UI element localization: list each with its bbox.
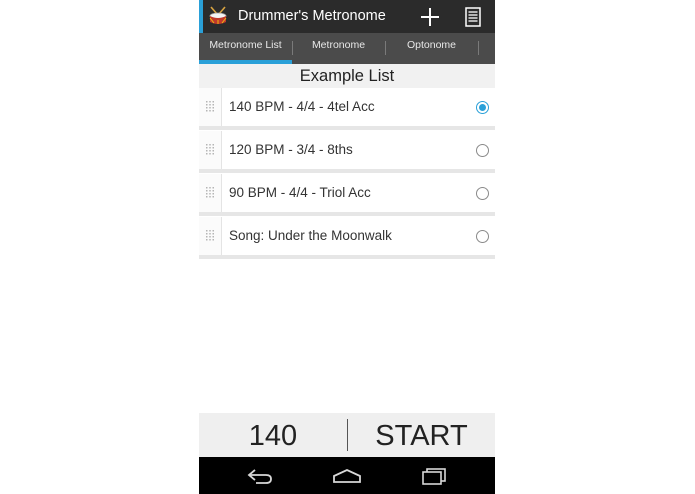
accent-strip bbox=[199, 0, 203, 33]
system-nav-bar bbox=[199, 457, 495, 494]
tab-optonome[interactable]: Optonome bbox=[385, 33, 478, 64]
radio-button-selected[interactable] bbox=[476, 101, 489, 114]
recent-apps-icon[interactable] bbox=[419, 465, 449, 487]
tab-bar: Metronome List Metronome Optonome bbox=[199, 33, 495, 64]
app-screen: Drummer's Metronome Metronome List Metro… bbox=[199, 0, 495, 494]
bpm-display[interactable]: 140 bbox=[199, 413, 347, 457]
drag-handle-icon[interactable] bbox=[199, 88, 222, 126]
drum-icon[interactable] bbox=[207, 5, 229, 27]
list-item-label: 140 BPM - 4/4 - 4tel Acc bbox=[229, 99, 375, 114]
list-icon[interactable] bbox=[458, 2, 488, 32]
drag-handle-icon[interactable] bbox=[199, 174, 222, 212]
list-item-label: 90 BPM - 4/4 - Triol Acc bbox=[229, 185, 371, 200]
home-icon[interactable] bbox=[332, 465, 362, 487]
add-icon[interactable] bbox=[415, 2, 445, 32]
radio-button[interactable] bbox=[476, 230, 489, 243]
control-bar: 140 START bbox=[199, 413, 495, 457]
tab-metronome[interactable]: Metronome bbox=[292, 33, 385, 64]
app-title: Drummer's Metronome bbox=[238, 8, 386, 24]
start-button[interactable]: START bbox=[348, 413, 495, 457]
list-item[interactable]: 140 BPM - 4/4 - 4tel Acc bbox=[199, 88, 495, 130]
list-item[interactable]: 90 BPM - 4/4 - Triol Acc bbox=[199, 174, 495, 216]
radio-button[interactable] bbox=[476, 187, 489, 200]
list-item-label: 120 BPM - 3/4 - 8ths bbox=[229, 142, 353, 157]
drag-handle-icon[interactable] bbox=[199, 217, 222, 255]
list-item-label: Song: Under the Moonwalk bbox=[229, 228, 392, 243]
radio-button[interactable] bbox=[476, 144, 489, 157]
tab-divider bbox=[478, 41, 479, 55]
back-icon[interactable] bbox=[245, 465, 275, 487]
list-item[interactable]: 120 BPM - 3/4 - 8ths bbox=[199, 131, 495, 173]
list-item[interactable]: Song: Under the Moonwalk bbox=[199, 217, 495, 259]
list-header: Example List bbox=[199, 64, 495, 88]
drag-handle-icon[interactable] bbox=[199, 131, 222, 169]
action-bar: Drummer's Metronome bbox=[199, 0, 495, 33]
metronome-list: 140 BPM - 4/4 - 4tel Acc 120 BPM - 3/4 -… bbox=[199, 88, 495, 260]
